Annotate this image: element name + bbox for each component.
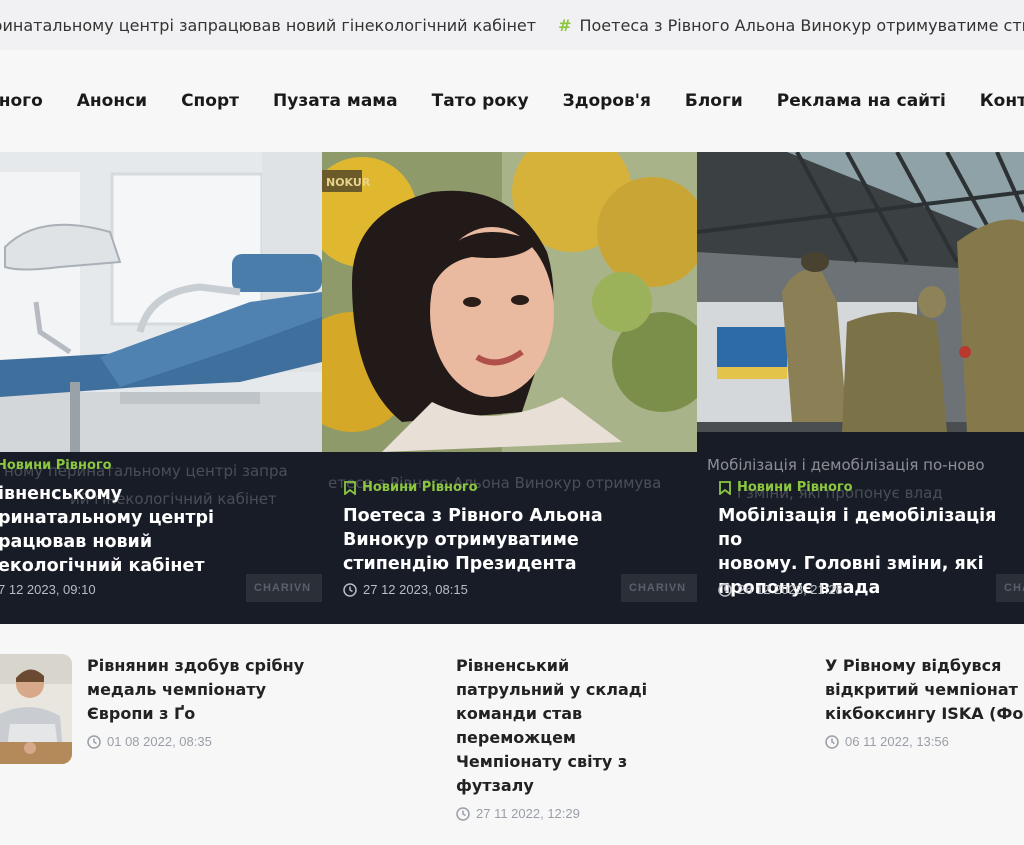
card-date: 26 12 2023, 21:28 — [718, 582, 843, 597]
ticker-item[interactable]: перинатальному центрі запрацював новий г… — [0, 16, 536, 35]
news-date: 06 11 2022, 13:56 — [825, 734, 1024, 749]
clock-icon — [718, 582, 732, 597]
card-date: 7 12 2023, 09:10 — [0, 582, 96, 597]
news-title-line: кікбоксингу ISKA (Фо — [825, 704, 1024, 723]
card-title-line: Поетеса з Рівного Альона — [343, 506, 603, 526]
news-title-line: медаль чемпіонату — [87, 680, 267, 699]
card-category[interactable]: Новини Рівного — [344, 480, 478, 495]
nav-item-advertising[interactable]: Реклама на сайті — [777, 91, 946, 111]
svg-text:NOKUR: NOKUR — [326, 176, 371, 189]
news-title-line: футзалу — [456, 776, 534, 795]
news-date-text: 01 08 2022, 08:35 — [107, 734, 212, 749]
nav-item-contacts[interactable]: Конта — [980, 91, 1024, 111]
news-title-line: переможцем — [456, 728, 576, 747]
category-label: Новини Рівного — [737, 480, 853, 495]
news-title-line: Європи з Ґо — [87, 704, 196, 723]
news-title-line: Рівнянин здобув срібну — [87, 656, 305, 675]
news-list: Рівнянин здобув срібну медаль чемпіонату… — [0, 624, 1024, 845]
card-title[interactable]: Поетеса з Рівного Альона Винокур отримув… — [343, 504, 603, 576]
card-photo-soldiers-station — [697, 152, 1024, 452]
featured-card[interactable]: ному перинатальному центрі запра ий гіне… — [0, 152, 322, 624]
news-title-line: патрульний у складі — [456, 680, 648, 699]
card-title-line: стипендію Президента — [343, 554, 577, 574]
news-title-line: відкритий чемпіонат — [825, 680, 1018, 699]
news-title-line: У Рівному відбувся — [825, 656, 1002, 675]
card-category[interactable]: Новини Рівного — [0, 458, 112, 473]
featured-news: ному перинатальному центрі запра ий гіне… — [0, 152, 1024, 624]
card-date-text: 7 12 2023, 09:10 — [0, 582, 96, 597]
clock-icon — [87, 734, 101, 749]
hash-icon: # — [558, 15, 572, 35]
news-title[interactable]: У Рівному відбувся відкритий чемпіонат к… — [825, 654, 1024, 726]
card-date-text: 26 12 2023, 21:28 — [738, 582, 843, 597]
nav-item-rivne-news[interactable]: вного — [0, 91, 43, 111]
news-date-text: 06 11 2022, 13:56 — [845, 734, 949, 749]
clock-icon — [825, 734, 839, 749]
news-title-line: Чемпіонату світу з — [456, 752, 628, 771]
card-photo-poet-portrait: NOKUR — [322, 152, 697, 452]
card-title-line: Мобілізація і демобілізація по — [718, 506, 997, 550]
card-photo-gyno-chair — [0, 152, 322, 452]
news-title-line: команди став — [456, 704, 583, 723]
nav-item-pregnant-mom[interactable]: Пузата мама — [273, 91, 398, 111]
watermark: CHARIVN — [246, 574, 322, 602]
news-ticker: перинатальному центрі запрацював новий г… — [0, 0, 1024, 50]
watermark: CHA — [996, 574, 1024, 602]
ticker-item-text: перинатальному центрі запрацював новий г… — [0, 15, 537, 35]
card-title-line: івненському — [0, 484, 123, 504]
watermark: CHARIVN — [621, 574, 697, 602]
nav-item-dad-of-year[interactable]: Тато року — [432, 91, 529, 111]
card-title-line: новому. Головні зміни, які — [718, 554, 984, 574]
card-title-line: екологічний кабінет — [0, 556, 205, 576]
featured-card[interactable]: Мобілізація і демобілізація по-ново і зм… — [697, 152, 1024, 624]
news-date: 01 08 2022, 08:35 — [87, 734, 347, 749]
news-date-text: 27 11 2022, 12:29 — [476, 806, 580, 821]
card-title-line: ринатальному центрі — [0, 508, 215, 528]
category-label: Новини Рівного — [362, 480, 478, 495]
card-category[interactable]: Новини Рівного — [719, 480, 853, 495]
main-nav: вного Анонси Спорт Пузата мама Тато року… — [0, 50, 1024, 152]
news-item[interactable]: Рівнянин здобув срібну медаль чемпіонату… — [87, 654, 347, 749]
nav-item-health[interactable]: Здоров'я — [563, 91, 651, 111]
ticker-item-text: Поетеса з Рівного Альона Винокур отримув… — [579, 15, 1024, 35]
nav-menu: вного Анонси Спорт Пузата мама Тато року… — [0, 91, 1024, 111]
bookmark-icon — [344, 480, 356, 495]
category-label: Новини Рівного — [0, 458, 112, 473]
news-title[interactable]: Рівненський патрульний у складі команди … — [456, 654, 696, 798]
card-title-line: Винокур отримуватиме — [343, 530, 579, 550]
news-title[interactable]: Рівнянин здобув срібну медаль чемпіонату… — [87, 654, 347, 726]
card-ghost-text: Мобілізація і демобілізація по-ново — [707, 456, 985, 474]
card-title-line: рацював новий — [0, 532, 153, 552]
card-title[interactable]: івненському ринатальному центрі рацював … — [0, 482, 214, 578]
news-date: 27 11 2022, 12:29 — [456, 806, 696, 821]
news-item[interactable]: У Рівному відбувся відкритий чемпіонат к… — [825, 654, 1024, 749]
nav-item-sport[interactable]: Спорт — [181, 91, 239, 111]
bookmark-icon — [719, 480, 731, 495]
clock-icon — [343, 582, 357, 597]
news-thumbnail[interactable] — [0, 654, 72, 764]
news-item[interactable]: Рівненський патрульний у складі команди … — [456, 654, 696, 821]
nav-item-blogs[interactable]: Блоги — [685, 91, 743, 111]
card-date: 27 12 2023, 08:15 — [343, 582, 468, 597]
news-title-line: Рівненський — [456, 656, 570, 675]
nav-item-announcements[interactable]: Анонси — [77, 91, 147, 111]
ticker-item[interactable]: # Поетеса з Рівного Альона Винокур отрим… — [558, 16, 1024, 35]
card-date-text: 27 12 2023, 08:15 — [363, 582, 468, 597]
clock-icon — [456, 806, 470, 821]
featured-card[interactable]: NOKUR етеса з Рівного Альона Винокур отр… — [322, 152, 697, 624]
